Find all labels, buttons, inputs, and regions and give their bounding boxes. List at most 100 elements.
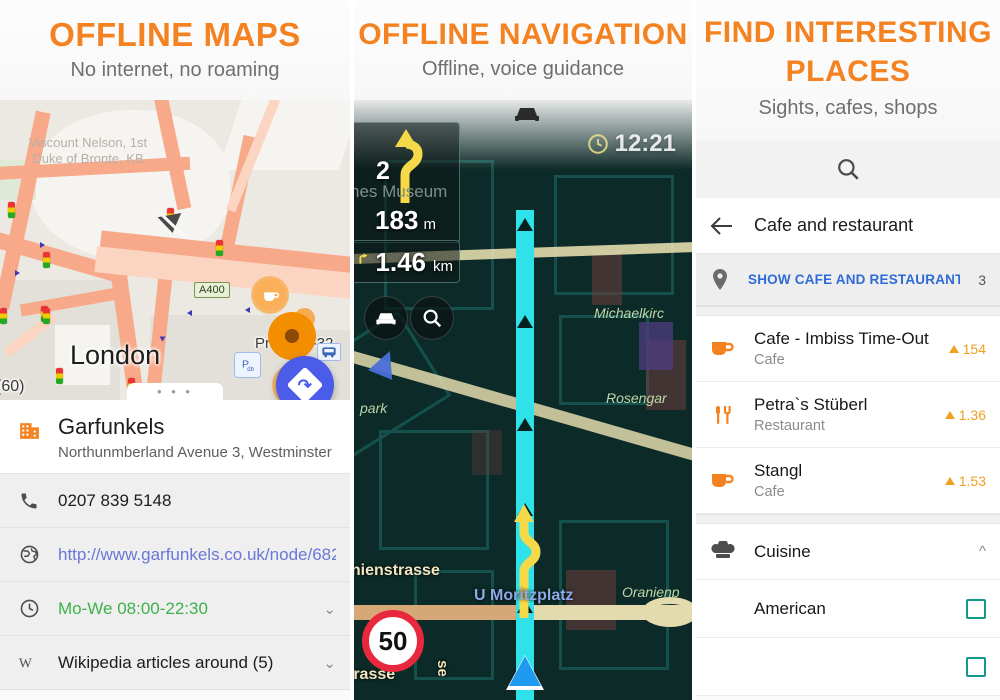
parking-badge: Pdb — [234, 352, 261, 378]
checkbox[interactable] — [966, 656, 986, 677]
route-arrow-icon — [517, 315, 533, 328]
building-icon — [14, 414, 44, 443]
corner-label: (60) — [0, 378, 25, 395]
map-label-garden: Rosengar — [606, 390, 667, 406]
search-icon[interactable] — [835, 156, 861, 182]
show-on-map-count: 3 — [978, 271, 986, 288]
panel1-subtitle: No internet, no roaming — [70, 58, 280, 81]
result-row-0[interactable]: Cafe - Imbiss Time-Out Cafe 154 — [696, 316, 1000, 382]
detail-row-wikipedia[interactable]: W Wikipedia articles around (5) ⌄ — [0, 636, 350, 691]
direction-arrow-icon — [40, 242, 45, 248]
car-icon — [376, 313, 396, 325]
next-turn-unit: m — [423, 216, 436, 233]
traffic-light-icon — [43, 308, 50, 324]
screenshot-root: OFFLINE MAPS No internet, no roaming A40… — [0, 0, 1000, 700]
map-building — [592, 250, 622, 305]
search-button[interactable] — [410, 296, 454, 340]
panel-find-places: FIND INTERESTING PLACES Sights, cafes, s… — [696, 0, 1000, 700]
detail-row-phone[interactable]: 0207 839 5148 — [0, 474, 350, 529]
result-row-1[interactable]: Petra`s Stüberl Restaurant 1.36 — [696, 382, 1000, 448]
wikipedia-icon: W — [14, 653, 44, 673]
poi-cafe-icon[interactable] — [251, 276, 289, 314]
filter-option-1[interactable] — [696, 638, 1000, 696]
road-shield: A400 — [194, 282, 230, 298]
map-building — [639, 322, 673, 370]
website-link[interactable]: http://www.garfunkels.co.uk/node/682 — [58, 545, 336, 565]
turn-right-icon — [359, 253, 368, 264]
phone-icon — [14, 491, 44, 511]
map-pin-icon — [713, 268, 727, 290]
route-line — [516, 210, 534, 700]
car-icon — [512, 102, 542, 129]
back-arrow-icon[interactable] — [710, 216, 734, 236]
detail-row-website[interactable]: http://www.garfunkels.co.uk/node/682 — [0, 528, 350, 583]
direction-arrow-icon — [159, 336, 166, 342]
map-label-street-right: Oranienp — [622, 584, 680, 600]
map-label-museum: nes Museum — [354, 182, 448, 201]
filter-cuisine-row[interactable]: Cuisine ^ — [696, 524, 1000, 580]
show-on-map-row[interactable]: SHOW CAFE AND RESTAURANT ON THE M... 3 — [696, 254, 1000, 306]
filter-option-0[interactable]: American — [696, 580, 1000, 638]
distance-arrow-icon — [948, 344, 959, 353]
result-category: Cafe — [754, 352, 785, 368]
panel3-header: FIND INTERESTING PLACES Sights, cafes, s… — [696, 0, 1000, 140]
checkbox[interactable] — [966, 598, 986, 619]
selected-place-pin[interactable] — [268, 312, 316, 366]
eta-time: 12:21 — [614, 130, 676, 157]
result-category: Restaurant — [754, 418, 825, 434]
place-detail-rows: 0207 839 5148 http://www.garfunkels.co.u… — [0, 474, 350, 691]
result-row-2[interactable]: Stangl Cafe 1.53 — [696, 448, 1000, 514]
map-label-church: Michaelkirc — [594, 305, 665, 321]
wikipedia-label: Wikipedia articles around (5) — [58, 652, 274, 672]
place-name: Garfunkels — [58, 414, 165, 439]
city-label: London — [70, 340, 161, 370]
result-distance: 1.36 — [944, 407, 986, 423]
speed-limit-sign: 50 — [362, 610, 424, 672]
chevron-down-icon[interactable]: ⌄ — [323, 600, 336, 618]
chevron-down-icon[interactable]: ⌄ — [323, 654, 336, 672]
search-query[interactable]: Cafe and restaurant — [754, 215, 913, 236]
card-drag-handle[interactable]: • • • — [127, 383, 223, 400]
wifi-off-icon — [152, 206, 190, 240]
route-arrow-icon — [517, 218, 533, 231]
result-category: Cafe — [754, 484, 785, 500]
phone-number: 0207 839 5148 — [58, 490, 172, 510]
navigation-map-canvas[interactable]: 12:21 2 183 m 1.46 km nes Museum Michael… — [354, 100, 692, 700]
svg-text:W: W — [19, 655, 32, 670]
offline-map-canvas[interactable]: A400 Viscount Nelson, 1st Duke of Bronte… — [0, 100, 350, 400]
distance-value: 1.53 — [958, 472, 986, 489]
place-header[interactable]: Garfunkels Northunmberland Avenue 3, Wes… — [0, 400, 350, 475]
cup-icon — [710, 338, 736, 360]
following-turn-panel: 1.46 km — [354, 240, 460, 283]
distance-arrow-icon — [944, 410, 955, 419]
result-name: Petra`s Stüberl — [754, 395, 868, 414]
opening-hours: Mo-We 08:00-22:30 — [58, 598, 208, 618]
place-info-card: Garfunkels Northunmberland Avenue 3, Wes… — [0, 400, 350, 691]
chevron-up-icon[interactable]: ^ — [979, 543, 986, 560]
distance-value: 154 — [962, 340, 986, 357]
traffic-light-icon — [43, 252, 50, 268]
following-turn-distance: 1.46 — [375, 247, 426, 277]
vehicle-mode-button[interactable] — [364, 296, 408, 340]
direction-arrow-icon — [15, 270, 20, 276]
search-icon — [423, 309, 442, 328]
search-bar[interactable] — [696, 140, 1000, 198]
map-label-vertical-street: se — [433, 660, 451, 677]
traffic-light-icon — [56, 368, 63, 384]
detail-row-hours[interactable]: Mo-We 08:00-22:30 ⌄ — [0, 582, 350, 637]
clock-icon — [587, 134, 608, 154]
filter-option-label: American — [754, 598, 826, 618]
panel-offline-navigation: OFFLINE NAVIGATION Offline, voice guidan… — [354, 0, 692, 700]
show-on-map-label[interactable]: SHOW CAFE AND RESTAURANT ON THE M... — [748, 272, 960, 287]
traffic-light-icon — [0, 308, 7, 324]
result-name: Cafe - Imbiss Time-Out — [754, 329, 929, 348]
globe-icon — [14, 544, 44, 565]
following-turn-row: 1.46 km — [358, 245, 453, 278]
svg-text:db: db — [247, 367, 254, 373]
filter-label: Cuisine — [754, 541, 811, 561]
route-arrow-icon — [517, 418, 533, 431]
direction-arrow-icon — [245, 307, 250, 313]
panel1-header: OFFLINE MAPS No internet, no roaming — [0, 0, 350, 100]
map-label-street-main: anienstrasse — [354, 562, 440, 579]
next-turn-distance: 183 — [375, 205, 419, 235]
